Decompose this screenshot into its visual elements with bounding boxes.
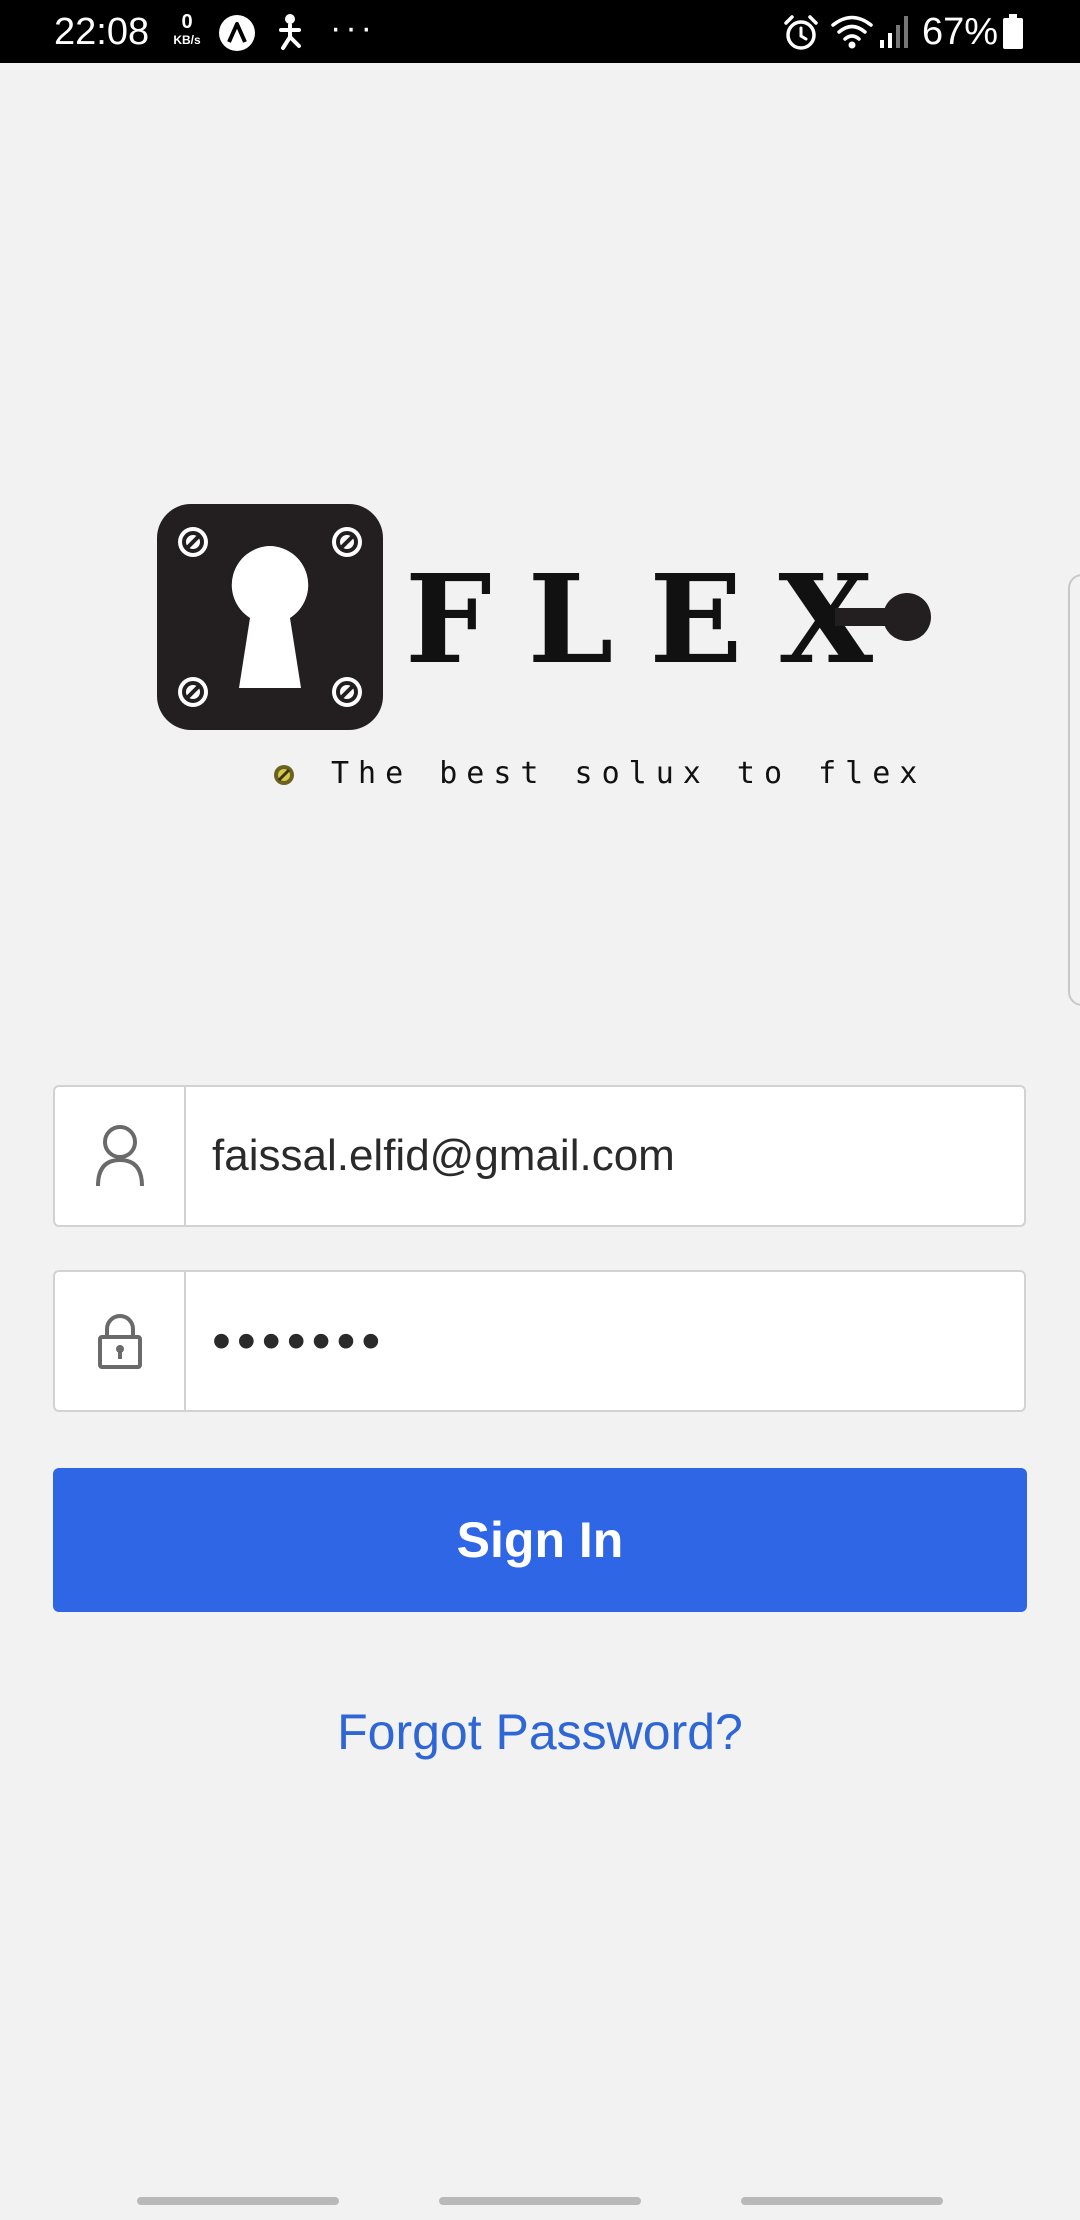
logo-tagline: The best solux to flex [331, 756, 927, 791]
nav-home-hint[interactable] [439, 2197, 641, 2205]
password-field-container [53, 1270, 1026, 1412]
wifi-icon [831, 15, 873, 49]
accessibility-icon [279, 14, 301, 50]
edge-panel-handle[interactable] [1068, 574, 1080, 1006]
network-speed-unit: KB/s [173, 33, 201, 47]
screw-icon [274, 765, 294, 785]
nav-back-hint[interactable] [741, 2197, 943, 2205]
alarm-icon [784, 15, 818, 50]
nav-recents-hint[interactable] [137, 2197, 339, 2205]
password-input[interactable] [186, 1272, 1024, 1410]
forgot-password-link[interactable]: Forgot Password? [0, 1700, 1080, 1764]
email-field-icon-box [55, 1087, 186, 1225]
battery-icon [1003, 14, 1023, 49]
login-screen: 22:08 0 KB/s ··· 67% FLEX The best solux… [0, 0, 1080, 2220]
user-icon [95, 1125, 144, 1187]
signal-icon [880, 16, 908, 48]
sign-in-button[interactable]: Sign In [53, 1468, 1027, 1612]
status-bar: 22:08 0 KB/s ··· 67% [0, 0, 1080, 63]
password-field-icon-box [55, 1272, 186, 1410]
a-icon [219, 15, 255, 51]
flex-logo: FLEX The best solux to flex [155, 500, 935, 800]
network-speed: 0 KB/s [166, 12, 208, 46]
network-speed-value: 0 [181, 11, 193, 33]
logo-wordmark: FLEX [405, 547, 910, 691]
lock-icon [97, 1314, 142, 1369]
email-field-container [53, 1085, 1026, 1227]
email-input[interactable] [186, 1087, 1024, 1225]
key-icon [835, 593, 931, 641]
keyhole-plate-icon [157, 504, 383, 730]
battery-percent: 67% [922, 11, 999, 53]
status-time: 22:08 [54, 11, 150, 53]
overflow-dots: ··· [330, 9, 376, 47]
